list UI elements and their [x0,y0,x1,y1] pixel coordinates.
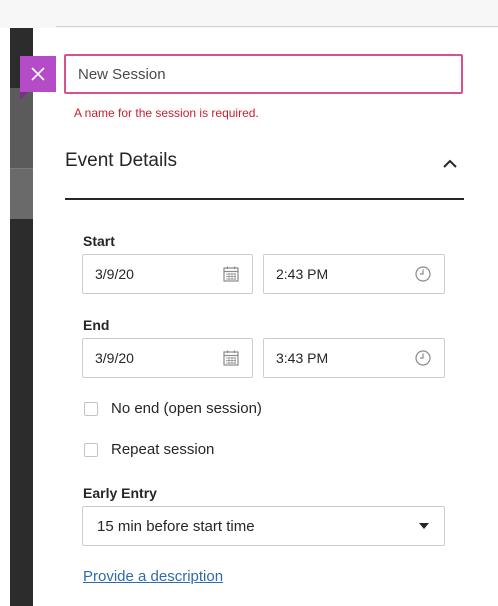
background-page-edge [10,28,33,606]
clock-icon[interactable] [414,349,432,367]
left-rail [0,28,10,606]
calendar-icon[interactable] [222,349,240,367]
start-time-field[interactable]: 2:43 PM [263,254,445,294]
start-date-field[interactable]: 3/9/20 [82,254,253,294]
calendar-icon[interactable] [222,265,240,283]
end-time-field[interactable]: 3:43 PM [263,338,445,378]
checkbox-box[interactable] [84,442,98,457]
end-time-value: 3:43 PM [276,350,329,366]
no-end-checkbox[interactable]: No end (open session) [84,400,262,417]
early-entry-value: 15 min before start time [97,517,255,535]
background-segment [10,88,33,168]
provide-description-link[interactable]: Provide a description [83,568,223,585]
section-divider [65,198,464,200]
repeat-session-checkbox[interactable]: Repeat session [84,441,214,458]
no-end-label: No end (open session) [111,400,262,417]
chevron-up-icon[interactable] [440,154,460,174]
close-icon [31,67,45,81]
end-label: End [83,317,110,333]
session-name-input[interactable] [64,54,463,94]
close-button-tail [20,92,28,100]
top-divider [56,26,498,27]
session-name-error: A name for the session is required. [74,106,259,120]
start-date-value: 3/9/20 [95,266,134,282]
background-segment [10,168,33,219]
end-date-field[interactable]: 3/9/20 [82,338,253,378]
early-entry-label: Early Entry [83,485,157,501]
caret-down-icon [419,523,429,529]
close-button[interactable] [20,56,56,92]
early-entry-select[interactable]: 15 min before start time [82,506,445,546]
top-bar [0,0,498,28]
end-date-value: 3/9/20 [95,350,134,366]
event-details-heading: Event Details [65,150,177,171]
start-label: Start [83,233,115,249]
clock-icon[interactable] [414,265,432,283]
checkbox-box[interactable] [84,401,98,416]
repeat-session-label: Repeat session [111,441,215,458]
start-time-value: 2:43 PM [276,266,329,282]
